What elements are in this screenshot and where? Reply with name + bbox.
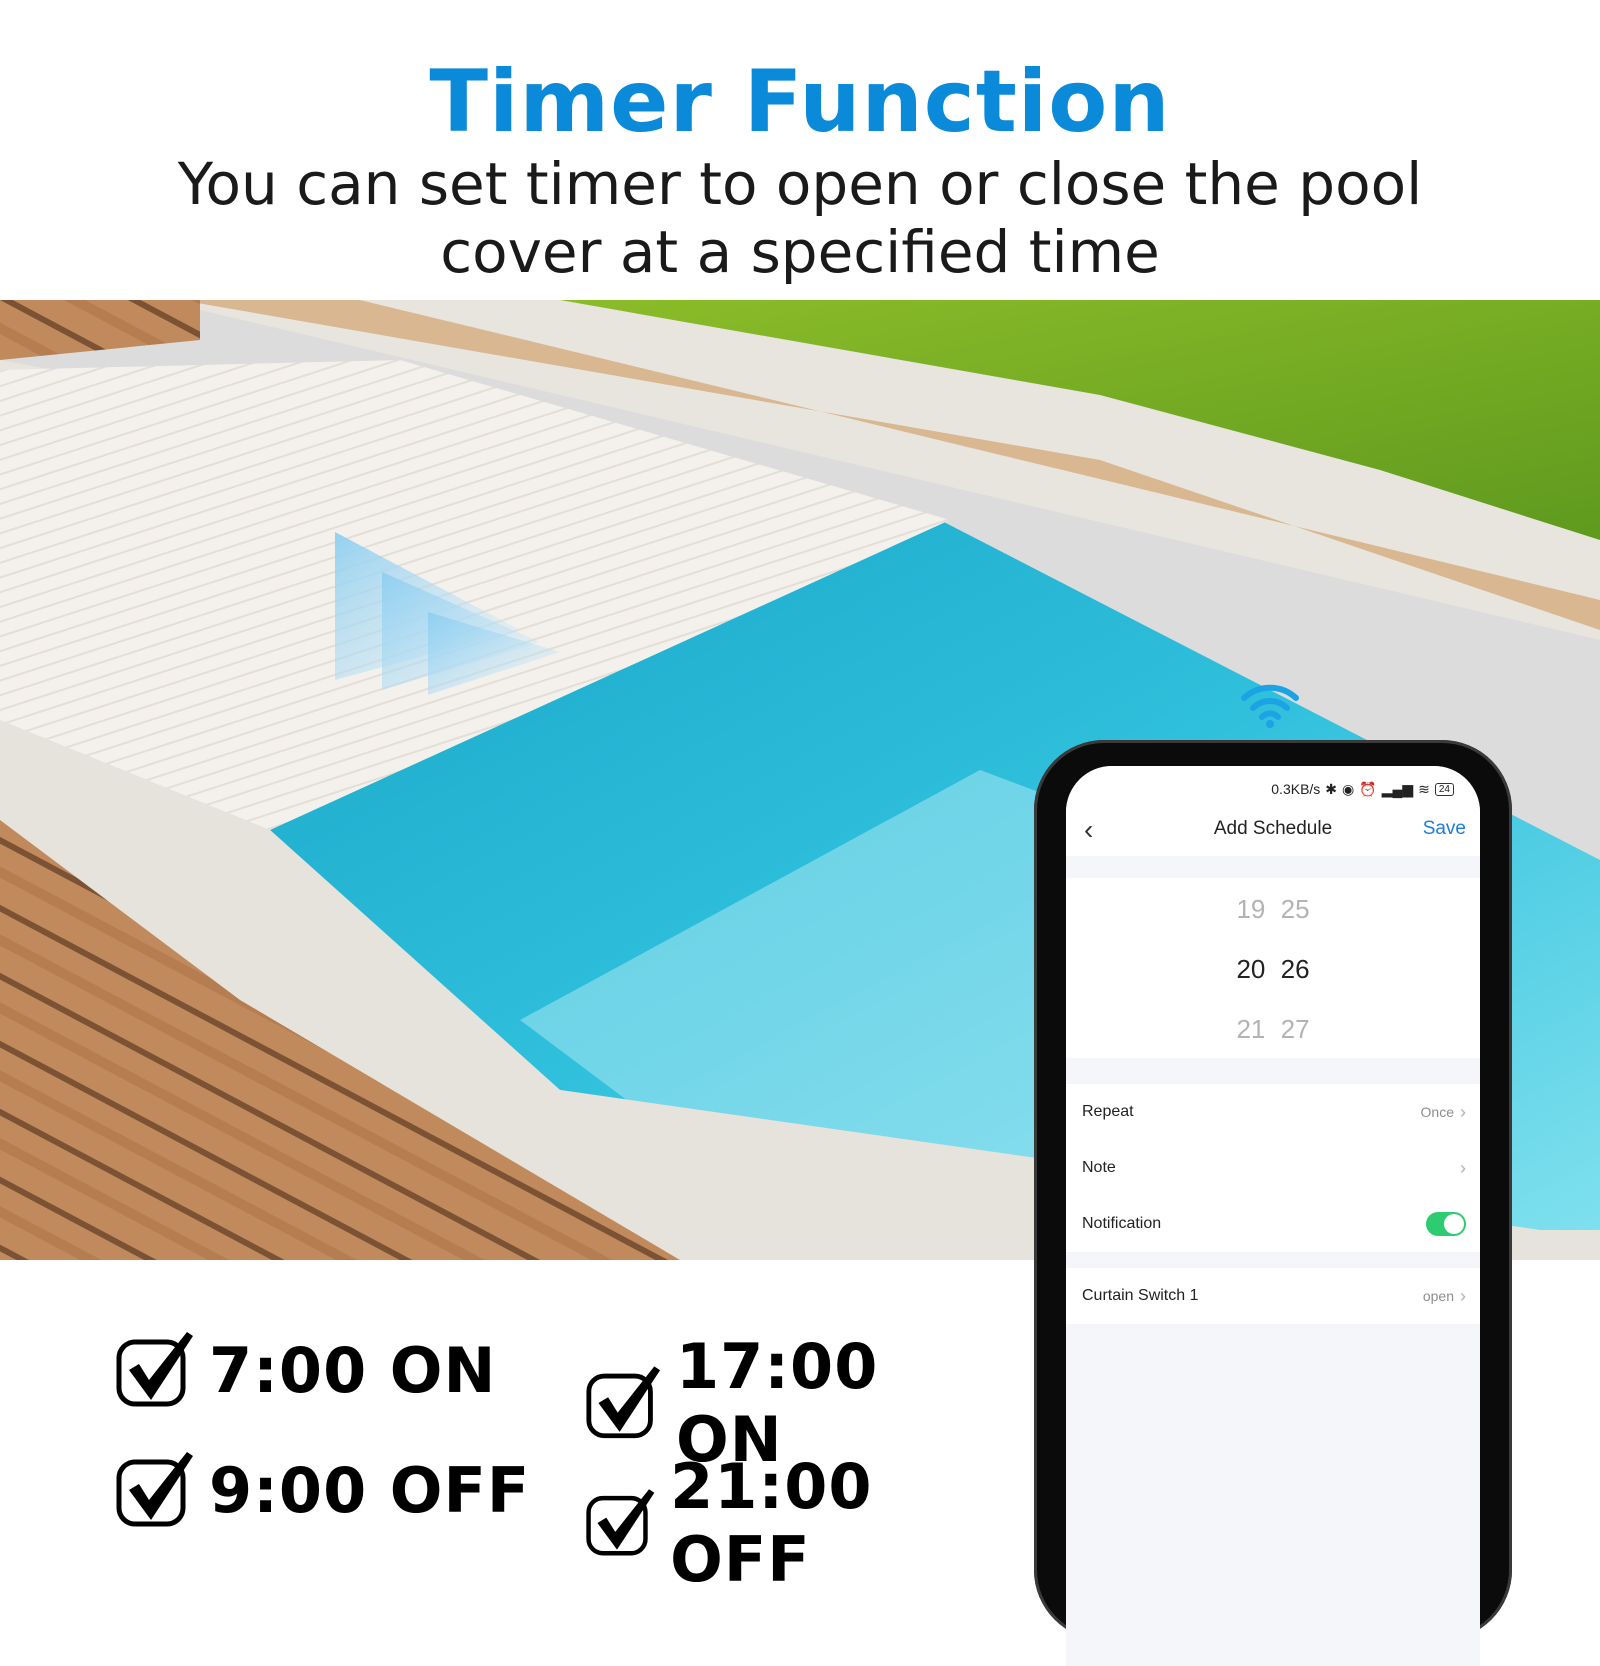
- battery-icon: 24: [1434, 782, 1454, 796]
- notification-toggle[interactable]: [1426, 1212, 1466, 1236]
- curtain-switch-label: Curtain Switch 1: [1082, 1287, 1199, 1304]
- picker-row-next[interactable]: 21 27: [1066, 1014, 1480, 1045]
- settings-group: Repeat Once › Note › Notification: [1066, 1084, 1480, 1252]
- picker-minute: 25: [1280, 894, 1310, 924]
- schedule-item: 21:00 OFF: [585, 1450, 995, 1596]
- note-row[interactable]: Note ›: [1066, 1140, 1480, 1196]
- page-title: Timer Function: [429, 52, 1171, 152]
- toggle-knob: [1444, 1214, 1464, 1234]
- wifi-icon: ≋: [1418, 780, 1430, 797]
- bluetooth-icon: ✱: [1325, 780, 1338, 797]
- curtain-switch-row[interactable]: Curtain Switch 1 open ›: [1066, 1268, 1480, 1324]
- checkbox-checked-icon: [116, 1452, 193, 1527]
- chevron-right-icon: ›: [1460, 1101, 1466, 1122]
- phone-screen: 0.3KB/s ✱ ◉ ⏰ ▂▄▆ ≋ 24 ‹ Add Schedule Sa…: [1066, 766, 1480, 1666]
- vibrate-icon: ◉: [1342, 780, 1355, 797]
- repeat-label: Repeat: [1082, 1103, 1134, 1120]
- schedule-label: 7:00 ON: [209, 1333, 497, 1407]
- checkbox-checked-icon: [116, 1332, 193, 1407]
- checkbox-checked-icon: [586, 1366, 661, 1439]
- checkbox-checked-icon: [586, 1489, 655, 1556]
- chevron-right-icon: ›: [1460, 1285, 1466, 1306]
- picker-row-selected[interactable]: 20 26: [1066, 954, 1480, 985]
- alarm-icon: ⏰: [1359, 780, 1377, 797]
- picker-hour: 21: [1236, 1014, 1266, 1044]
- save-button[interactable]: Save: [1423, 818, 1466, 840]
- schedule-label: 21:00 OFF: [670, 1450, 873, 1596]
- wifi-signal-icon: [1241, 684, 1299, 728]
- subtitle-line-2: cover at a specified time: [440, 218, 1160, 286]
- signal-icon: ▂▄▆: [1381, 780, 1414, 797]
- subtitle-line-1: You can set timer to open or close the p…: [177, 150, 1423, 218]
- notification-label: Notification: [1082, 1215, 1162, 1232]
- picker-minute: 27: [1280, 1014, 1310, 1044]
- note-label: Note: [1082, 1159, 1116, 1176]
- repeat-value: Once: [1420, 1104, 1454, 1120]
- network-speed: 0.3KB/s: [1271, 781, 1321, 797]
- repeat-row[interactable]: Repeat Once ›: [1066, 1084, 1480, 1140]
- nav-bar: ‹ Add Schedule Save: [1066, 806, 1480, 856]
- notification-row: Notification: [1066, 1196, 1480, 1252]
- chevron-right-icon: ›: [1460, 1157, 1466, 1178]
- schedule-item: 7:00 ON: [115, 1330, 496, 1410]
- action-group: Curtain Switch 1 open ›: [1066, 1268, 1480, 1324]
- picker-row-prev[interactable]: 19 25: [1066, 894, 1480, 925]
- curtain-switch-value: open: [1422, 1288, 1454, 1304]
- time-picker[interactable]: 19 25 20 26 21 27: [1066, 878, 1480, 1058]
- status-bar: 0.3KB/s ✱ ◉ ⏰ ▂▄▆ ≋ 24: [1066, 766, 1480, 806]
- phone-mockup: 0.3KB/s ✱ ◉ ⏰ ▂▄▆ ≋ 24 ‹ Add Schedule Sa…: [1034, 740, 1512, 1666]
- schedule-item: 9:00 OFF: [115, 1450, 530, 1530]
- picker-hour: 19: [1236, 894, 1266, 924]
- screen-title: Add Schedule: [1213, 818, 1333, 839]
- picker-hour: 20: [1236, 954, 1266, 984]
- page-subtitle: You can set timer to open or close the p…: [0, 150, 1600, 286]
- schedule-label: 9:00 OFF: [209, 1453, 531, 1527]
- picker-minute: 26: [1280, 954, 1310, 984]
